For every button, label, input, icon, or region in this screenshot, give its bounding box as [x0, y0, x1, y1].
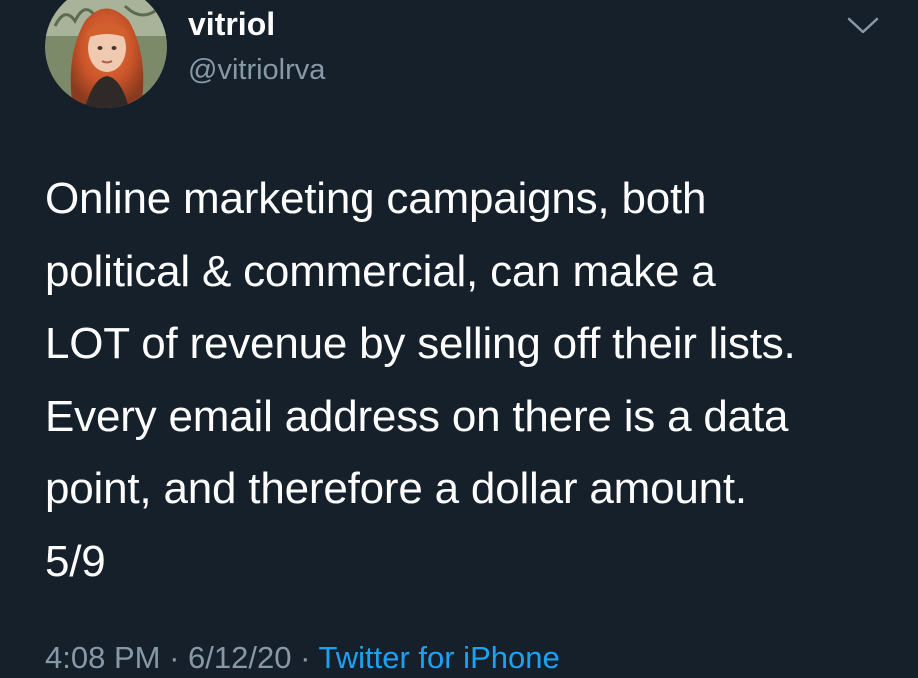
author-handle[interactable]: @vitriolrva [188, 54, 325, 87]
meta-separator: · [300, 640, 311, 675]
tweet-card: vitriol @vitriolrva Online marketing cam… [0, 0, 918, 678]
tweet-date[interactable]: 6/12/20 [188, 640, 291, 675]
tweet-meta: 4:08 PM · 6/12/20 · Twitter for iPhone [45, 640, 560, 676]
tweet-source-link[interactable]: Twitter for iPhone [318, 640, 559, 675]
meta-separator: · [169, 640, 180, 675]
avatar[interactable] [45, 0, 167, 108]
chevron-down-icon[interactable] [846, 16, 880, 36]
profile-photo-icon [45, 0, 167, 108]
tweet-time[interactable]: 4:08 PM [45, 640, 160, 675]
author-display-name[interactable]: vitriol [188, 6, 275, 43]
tweet-text: Online marketing campaigns, both politic… [45, 174, 796, 586]
